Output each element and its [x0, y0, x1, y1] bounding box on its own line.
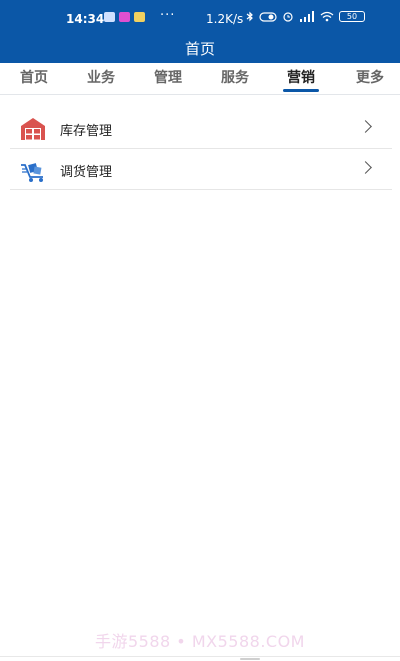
message-icon — [134, 12, 145, 22]
notification-icons — [104, 12, 145, 22]
status-icons-right: 50 — [246, 11, 365, 22]
tab-bar: 首页 业务 管理 服务 营销 更多 — [0, 63, 400, 95]
more-notifications-dots: ··· — [160, 8, 176, 23]
tab-service[interactable]: 服务 — [215, 63, 255, 95]
tab-business[interactable]: 业务 — [81, 63, 121, 95]
status-bar: 14:34 ··· 1.2K/s 50 — [0, 0, 400, 36]
wifi-icon — [320, 11, 334, 22]
warehouse-icon — [21, 118, 45, 140]
page-title: 首页 — [184, 40, 215, 58]
chevron-right-icon — [359, 161, 372, 174]
list-item-label: 调货管理 — [60, 165, 113, 180]
cellular-signal-icon — [300, 11, 314, 22]
bottom-bar — [0, 656, 400, 661]
tab-marketing[interactable]: 营销 — [283, 63, 319, 95]
menu-list: 库存管理 调货管理 — [10, 108, 392, 190]
watermark: 手游5588 • MX5588.COM — [95, 632, 305, 651]
alarm-icon — [283, 12, 293, 22]
status-time: 14:34 — [66, 12, 105, 26]
notification-app-icon — [119, 12, 130, 22]
chevron-right-icon — [359, 120, 372, 133]
list-item-inventory[interactable]: 库存管理 — [10, 108, 392, 149]
list-item-transfer[interactable]: 调货管理 — [10, 149, 392, 190]
tab-management[interactable]: 管理 — [148, 63, 188, 95]
battery-icon: 50 — [339, 11, 365, 22]
bluetooth-icon — [246, 11, 253, 22]
tab-more[interactable]: 更多 — [350, 63, 390, 95]
list-item-label: 库存管理 — [60, 124, 113, 139]
home-indicator — [240, 658, 260, 660]
data-saver-icon — [259, 11, 277, 22]
network-speed: 1.2K/s — [206, 12, 244, 26]
app-header: 14:34 ··· 1.2K/s 50 首页 — [0, 0, 400, 63]
notification-app-icon — [104, 12, 115, 22]
tab-home[interactable]: 首页 — [14, 63, 54, 95]
transfer-cart-icon — [21, 163, 43, 182]
